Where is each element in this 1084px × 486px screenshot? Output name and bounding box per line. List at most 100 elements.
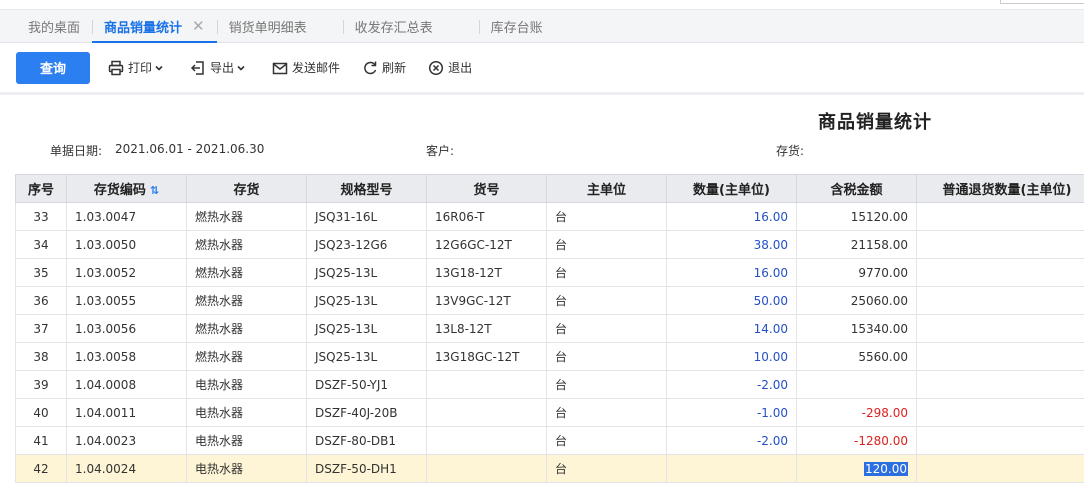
cell-amount: 25060.00 [796,286,917,315]
cell-no: 38 [15,342,67,371]
send-email-label: 发送邮件 [292,61,341,75]
cell-unit: 台 [546,202,667,231]
table-row[interactable]: 41 1.04.0023 电热水器 DSZF-80-DB1 台 -2.00 -1… [15,426,1084,455]
tab-sales-detail[interactable]: 销货单明细表 [216,10,319,42]
cell-art-no: 13V9GC-12T [426,286,547,315]
table-row[interactable]: 40 1.04.0011 电热水器 DSZF-40J-20B 台 -1.00 -… [15,398,1084,427]
tab-label: 我的桌面 [28,20,81,36]
cell-qty: 50.00 [666,286,797,315]
print-button[interactable]: 打印 [108,59,168,76]
send-email-button[interactable]: 发送邮件 [272,59,340,76]
mail-icon [272,62,288,74]
printer-icon [108,60,124,75]
table-row[interactable]: 34 1.03.0050 燃热水器 JSQ23-12G6 12G6GC-12T … [15,230,1084,259]
cell-return-qty [916,426,1084,455]
cell-art-no [426,370,547,399]
cell-unit: 台 [546,370,667,399]
cell-art-no [426,426,547,455]
col-header-code[interactable]: 存货编码 ⇅ [66,174,187,203]
cell-item: 燃热水器 [186,342,307,371]
table-row[interactable]: 39 1.04.0008 电热水器 DSZF-50-YJ1 台 -2.00 [15,370,1084,399]
col-header-item[interactable]: 存货 [186,174,307,203]
window-top-strip [0,0,1084,10]
cell-item: 燃热水器 [186,286,307,315]
cell-return-qty [916,314,1084,343]
cell-item: 燃热水器 [186,258,307,287]
cell-qty: 14.00 [666,314,797,343]
cell-spec: JSQ25-13L [306,286,427,315]
cell-unit: 台 [546,342,667,371]
col-header-return-qty[interactable]: 普通退货数量(主单位) [916,174,1084,203]
table-row[interactable]: 36 1.03.0055 燃热水器 JSQ25-13L 13V9GC-12T 台… [15,286,1084,315]
tab-label: 库存台账 [490,20,543,36]
top-search-box-edge[interactable] [1000,0,1084,4]
table-row-selected[interactable]: 42 1.04.0024 电热水器 DSZF-50-DH1 台 120.00 [15,454,1084,483]
cell-amount: 15120.00 [796,202,917,231]
cell-amount: 21158.00 [796,230,917,259]
date-range-value: 2021.06.01 - 2021.06.30 [115,142,265,156]
exit-button[interactable]: 退出 [428,59,472,76]
col-header-art-no[interactable]: 货号 [426,174,547,203]
col-header-spec[interactable]: 规格型号 [306,174,427,203]
col-header-qty[interactable]: 数量(主单位) [666,174,797,203]
col-header-no[interactable]: 序号 [15,174,67,203]
cell-unit: 台 [546,398,667,427]
cell-spec: JSQ23-12G6 [306,230,427,259]
table-header: 序号 存货编码 ⇅ 存货 规格型号 货号 主单位 数量(主单位) 含税金额 普通退… [15,174,1084,203]
cell-no: 34 [15,230,67,259]
tab-bar: 我的桌面 商品销量统计 ✕ 销货单明细表 收发存汇总表 库存台账 [0,10,1084,43]
cell-unit: 台 [546,314,667,343]
cell-no: 41 [15,426,67,455]
tab-inventory-summary[interactable]: 收发存汇总表 [342,10,445,42]
cell-art-no: 13G18GC-12T [426,342,547,371]
cell-amount: 9770.00 [796,258,917,287]
toolbar: 查询 打印 导出 发送邮件 刷新 退出 [0,43,1084,95]
close-icon[interactable]: ✕ [192,17,205,35]
exit-label: 退出 [448,61,473,75]
cell-spec: DSZF-80-DB1 [306,426,427,455]
report-grid[interactable]: 序号 存货编码 ⇅ 存货 规格型号 货号 主单位 数量(主单位) 含税金额 普通退… [15,174,1084,486]
table-row[interactable]: 37 1.03.0056 燃热水器 JSQ25-13L 13L8-12T 台 1… [15,314,1084,343]
table-row[interactable]: 35 1.03.0052 燃热水器 JSQ25-13L 13G18-12T 台 … [15,258,1084,287]
cell-code: 1.03.0050 [66,230,187,259]
cell-return-qty [916,370,1084,399]
tab-desktop[interactable]: 我的桌面 [16,10,92,42]
cell-item: 燃热水器 [186,202,307,231]
stock-label: 存货: [776,144,805,158]
chevron-down-icon [237,65,245,71]
refresh-button[interactable]: 刷新 [362,59,406,76]
selected-text[interactable]: 120.00 [864,461,908,476]
cell-return-qty [916,454,1084,483]
cell-unit: 台 [546,258,667,287]
cell-spec: JSQ25-13L [306,314,427,343]
export-button[interactable]: 导出 [190,59,250,76]
table-row[interactable]: 33 1.03.0047 燃热水器 JSQ31-16L 16R06-T 台 16… [15,202,1084,231]
cell-qty: 10.00 [666,342,797,371]
filter-bar: 单据日期: 2021.06.01 - 2021.06.30 客户: 存货: [0,142,1084,158]
tab-stock-ledger[interactable]: 库存台账 [478,10,555,42]
sales-table: 序号 存货编码 ⇅ 存货 规格型号 货号 主单位 数量(主单位) 含税金额 普通退… [15,174,1084,483]
col-header-amount[interactable]: 含税金额 [796,174,917,203]
export-label: 导出 [210,61,235,75]
cell-spec: JSQ31-16L [306,202,427,231]
print-label: 打印 [128,61,153,75]
cell-amount-editing[interactable]: 120.00 [796,454,917,483]
col-header-unit[interactable]: 主单位 [546,174,667,203]
cell-item: 电热水器 [186,454,307,483]
cell-item: 电热水器 [186,370,307,399]
cell-no: 36 [15,286,67,315]
cell-art-no: 16R06-T [426,202,547,231]
date-label: 单据日期: [50,144,103,158]
cell-amount [796,370,917,399]
cell-code: 1.03.0055 [66,286,187,315]
cell-unit: 台 [546,426,667,455]
chevron-down-icon [155,65,163,71]
table-row[interactable]: 38 1.03.0058 燃热水器 JSQ25-13L 13G18GC-12T … [15,342,1084,371]
cell-item: 燃热水器 [186,314,307,343]
cell-art-no: 13L8-12T [426,314,547,343]
tab-product-sales-stats[interactable]: 商品销量统计 ✕ [92,10,217,43]
query-button[interactable]: 查询 [16,51,90,84]
cell-spec: JSQ25-13L [306,342,427,371]
sort-icon[interactable]: ⇅ [150,184,159,197]
cell-no: 35 [15,258,67,287]
